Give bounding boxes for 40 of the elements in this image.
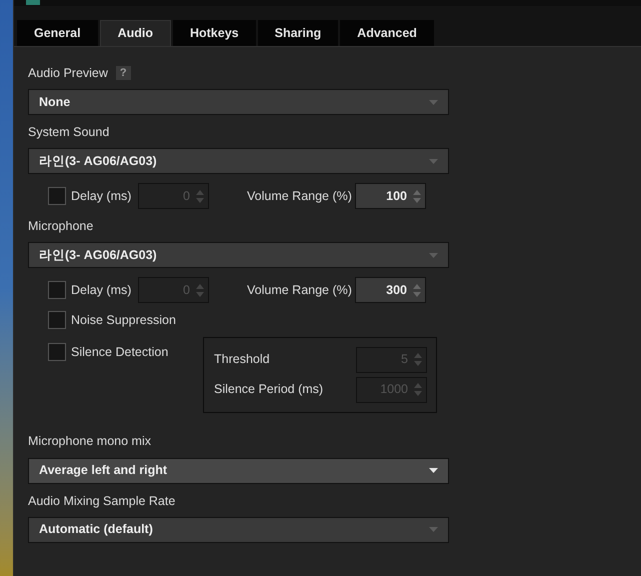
dropdown[interactable]: None: [28, 89, 449, 115]
up-down-arrows-icon: [414, 353, 422, 366]
up-down-arrows-icon: [196, 284, 204, 296]
caret-icon: [429, 527, 438, 532]
dropdown[interactable]: Automatic (default): [28, 516, 449, 543]
tab[interactable]: General: [17, 20, 98, 46]
field-label: Volume Range (%): [247, 188, 353, 205]
tab[interactable]: Advanced: [340, 20, 434, 46]
checkbox-label: Silence Detection: [71, 344, 168, 361]
up-down-arrows-icon: [413, 284, 421, 296]
help-badge[interactable]: ?: [116, 66, 131, 80]
section-label: Audio Preview: [28, 64, 108, 80]
section-label: Microphone mono mix: [28, 434, 151, 448]
checkbox[interactable]: [48, 311, 66, 330]
dropdown[interactable]: Average left and right: [28, 458, 449, 484]
tab[interactable]: Sharing: [258, 20, 338, 46]
caret-icon: [429, 100, 438, 104]
section-label: Microphone: [28, 219, 94, 233]
caret-icon: [429, 468, 438, 474]
tab[interactable]: Audio: [100, 20, 171, 46]
dropdown[interactable]: 라인(3- AG06/AG03): [28, 242, 449, 268]
caret-icon: [429, 252, 438, 258]
up-down-arrows-icon: [196, 190, 204, 202]
section-label: Audio Mixing Sample Rate: [28, 494, 176, 508]
app-icon: [26, 0, 40, 5]
number-spinner[interactable]: 300: [355, 277, 426, 303]
field-label: Volume Range (%): [247, 282, 353, 299]
checkbox-label: Delay (ms): [71, 188, 132, 205]
caret-icon: [429, 158, 438, 164]
dropdown[interactable]: 라인(3- AG06/AG03): [28, 148, 449, 174]
checkbox[interactable]: [48, 343, 66, 362]
field-label: Threshold: [214, 351, 270, 368]
tab[interactable]: Hotkeys: [172, 20, 256, 46]
up-down-arrows-icon: [413, 190, 421, 202]
up-down-arrows-icon: [414, 383, 422, 396]
field-label: Silence Period (ms): [214, 381, 324, 398]
checkbox-label: Noise Suppression: [71, 312, 176, 329]
section-label: System Sound: [28, 125, 110, 139]
checkbox-label: Delay (ms): [71, 282, 132, 299]
number-spinner[interactable]: 100: [355, 183, 426, 209]
